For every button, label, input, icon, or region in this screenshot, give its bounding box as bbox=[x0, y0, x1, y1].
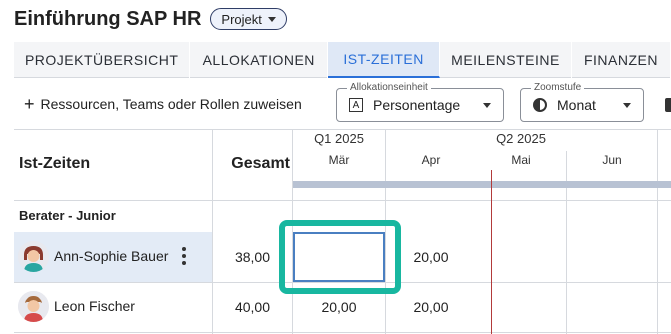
resource-name: Leon Fischer bbox=[54, 298, 135, 314]
chevron-down-icon bbox=[267, 16, 276, 22]
avatar bbox=[18, 241, 49, 272]
tab-finanzen[interactable]: FINANZEN bbox=[572, 42, 671, 78]
toolbar: + Ressourcen, Teams oder Rollen zuweisen… bbox=[14, 82, 671, 122]
month-label: Jun bbox=[602, 153, 622, 167]
month-label: Mär bbox=[328, 153, 350, 167]
resource-cell[interactable]: Leon Fischer bbox=[14, 282, 212, 332]
month-cell-value[interactable]: 20,00 bbox=[293, 299, 385, 315]
tab-projektuebersicht[interactable]: PROJEKTÜBERSICHT bbox=[14, 42, 191, 78]
half-circle-icon bbox=[533, 98, 547, 112]
plus-icon: + bbox=[24, 94, 35, 114]
grid-divider bbox=[14, 129, 671, 130]
page-title: Einführung SAP HR bbox=[14, 7, 202, 30]
allocation-unit-select[interactable]: Allokationseinheit A Personentage bbox=[336, 82, 504, 122]
quarter-label: Q2 2025 bbox=[496, 131, 546, 146]
more-vert-icon[interactable] bbox=[182, 247, 186, 265]
toolbar-overflow-icon[interactable] bbox=[665, 98, 671, 112]
tab-meilensteine[interactable]: MEILENSTEINE bbox=[440, 42, 572, 78]
chevron-down-icon bbox=[483, 103, 491, 108]
tab-allokationen[interactable]: ALLOKATIONEN bbox=[190, 42, 329, 78]
tab-ist-zeiten[interactable]: IST-ZEITEN bbox=[328, 42, 441, 78]
grid-divider bbox=[14, 200, 671, 201]
timeline-bar bbox=[293, 181, 671, 188]
tab-bar: PROJEKTÜBERSICHT ALLOKATIONEN IST-ZEITEN… bbox=[14, 42, 671, 78]
avatar bbox=[18, 291, 49, 322]
chevron-down-icon bbox=[623, 103, 631, 108]
quarter-label: Q1 2025 bbox=[314, 131, 364, 146]
row-total: 40,00 bbox=[234, 299, 270, 315]
month-cell-value[interactable]: 20,00 bbox=[385, 299, 477, 315]
group-label: Berater - Junior bbox=[19, 208, 116, 223]
zoom-level-select[interactable]: Zoomstufe Monat bbox=[520, 82, 644, 122]
project-type-label: Projekt bbox=[221, 11, 262, 27]
assign-resources-label: Ressourcen, Teams oder Rollen zuweisen bbox=[40, 96, 302, 112]
zoom-level-value: Monat bbox=[557, 97, 596, 113]
project-type-chip[interactable]: Projekt bbox=[210, 8, 287, 30]
month-label: Mai bbox=[511, 153, 531, 167]
assign-resources-button[interactable]: + Ressourcen, Teams oder Rollen zuweisen bbox=[24, 94, 302, 114]
allocation-unit-label: Allokationseinheit bbox=[347, 82, 431, 93]
total-column-header: Gesamt bbox=[231, 155, 290, 172]
allocation-unit-value: Personentage bbox=[373, 97, 461, 113]
time-grid: Ist-Zeiten Gesamt Q1 2025 Q2 2025 Mär Ap… bbox=[14, 129, 671, 334]
resource-cell[interactable]: Ann-Sophie Bauer bbox=[14, 232, 212, 282]
grid-divider bbox=[14, 332, 671, 333]
focus-highlight bbox=[279, 220, 401, 294]
zoom-level-label: Zoomstufe bbox=[531, 82, 585, 93]
letter-a-icon: A bbox=[349, 98, 363, 112]
month-label: Apr bbox=[421, 153, 441, 167]
row-total: 38,00 bbox=[234, 249, 270, 265]
resource-name: Ann-Sophie Bauer bbox=[54, 248, 169, 264]
grid-title: Ist-Zeiten bbox=[19, 155, 91, 172]
title-row: Einführung SAP HR Projekt bbox=[14, 6, 287, 32]
